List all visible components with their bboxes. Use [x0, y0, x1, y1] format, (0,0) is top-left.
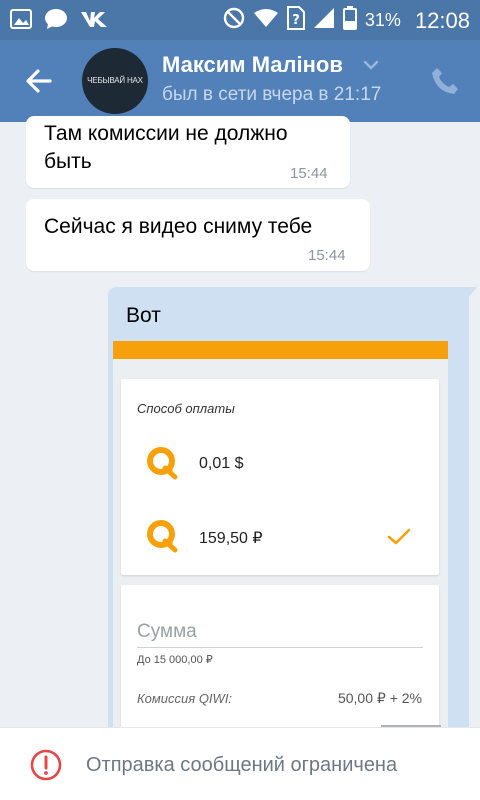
- input-underline: [137, 647, 423, 648]
- sum-input[interactable]: Сумма: [137, 621, 197, 643]
- arrow-left-icon: [26, 69, 52, 93]
- phone-icon: [432, 68, 458, 94]
- message-time: 15:44: [308, 247, 346, 264]
- payment-option-amount[interactable]: 159,50 ₽: [199, 528, 263, 548]
- back-button[interactable]: [22, 64, 56, 98]
- bubble-tail: [467, 287, 477, 299]
- last-seen-status: был в сети вчера в 21:17: [162, 84, 382, 105]
- gallery-icon: [10, 9, 32, 34]
- svg-text:?: ?: [292, 13, 300, 28]
- battery-percent: 31%: [364, 10, 401, 30]
- avatar-text: ЧЕБЫВАЙ НАХ: [87, 76, 143, 85]
- chat-header: ЧЕБЫВАЙ НАХ Максим Малiнов был в сети вч…: [0, 40, 480, 122]
- contact-name[interactable]: Максим Малiнов: [162, 52, 343, 78]
- restriction-text: Отправка сообщений ограничена: [86, 754, 398, 776]
- sum-limit: До 15 000,00 ₽: [137, 654, 213, 666]
- call-button[interactable]: [428, 64, 462, 98]
- battery-icon: [342, 6, 357, 35]
- messaging-restricted-banner: Отправка сообщений ограничена: [0, 727, 480, 800]
- qiwi-logo-icon: [145, 519, 179, 553]
- chevron-down-icon[interactable]: [362, 56, 380, 74]
- signal-icon: [313, 7, 335, 34]
- fee-label: Комиссия QIWI:: [137, 691, 233, 706]
- checkmark-icon: [387, 527, 411, 547]
- attached-screenshot[interactable]: Способ оплаты 0,01 $ 159,50 ₽ Сумма До 1…: [113, 341, 448, 751]
- status-bar: ? 31% 12:08: [0, 0, 480, 40]
- message-text: Сейчас я видео сниму тебе: [44, 215, 313, 238]
- app-toolbar-strip: [113, 341, 448, 359]
- payment-method-title: Способ оплаты: [137, 401, 235, 416]
- vk-icon: [80, 10, 110, 33]
- clock: 12:08: [414, 7, 470, 33]
- fee-value: 50,00 ₽ + 2%: [337, 690, 422, 706]
- chat-icon: [44, 8, 68, 35]
- avatar[interactable]: ЧЕБЫВАЙ НАХ: [82, 48, 148, 114]
- sim-unknown-icon: ?: [286, 6, 305, 35]
- alert-circle-icon: [30, 749, 62, 781]
- qiwi-logo-icon: [145, 446, 179, 480]
- wifi-icon: [253, 8, 279, 33]
- payment-option-amount[interactable]: 0,01 $: [199, 455, 243, 473]
- message-time: 15:44: [290, 165, 328, 182]
- do-not-disturb-icon: [223, 7, 245, 34]
- message-text: Вот: [126, 304, 161, 327]
